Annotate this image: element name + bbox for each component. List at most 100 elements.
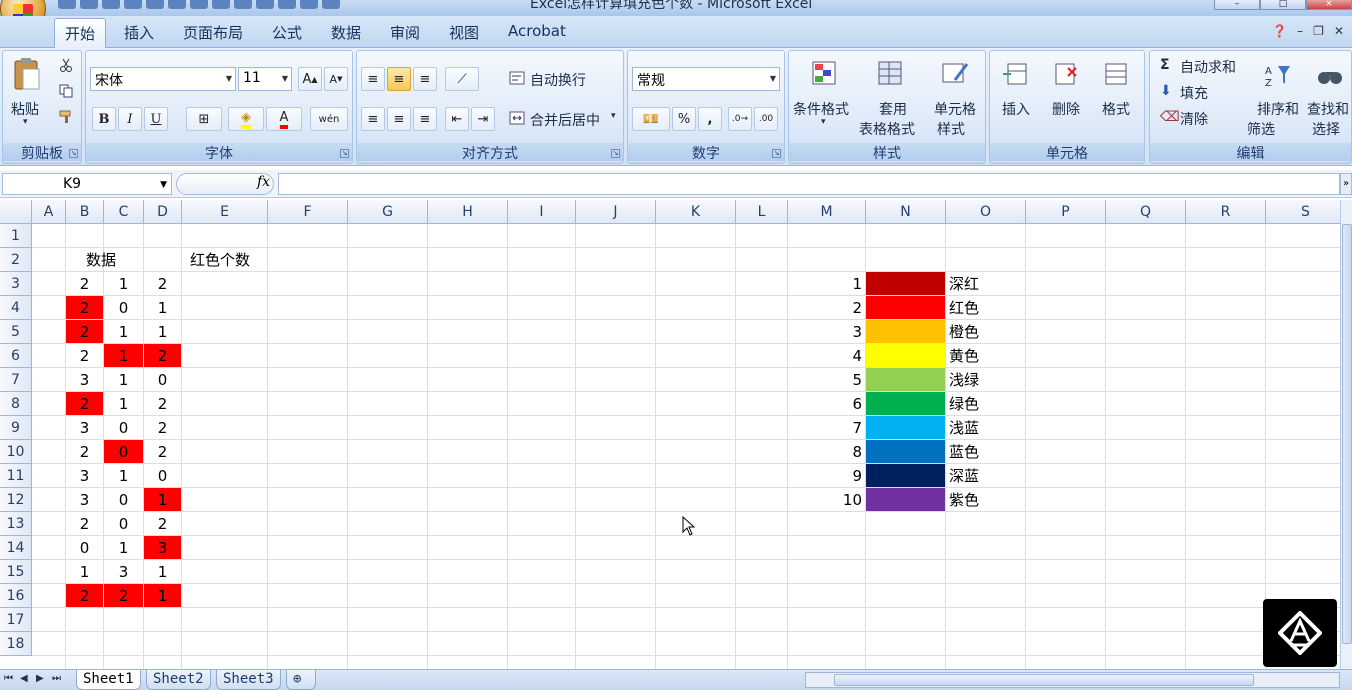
fill-color-icon[interactable]: ◈ [228,107,264,131]
align-middle-icon[interactable]: ≡ [387,67,411,91]
help-icon[interactable]: ❓ [1272,24,1287,38]
qat-dropdown-icon[interactable] [322,0,340,9]
column-header-i[interactable]: I [508,200,576,224]
data-cell[interactable]: 1 [144,296,181,319]
paste-label[interactable]: 粘贴 [11,99,39,119]
format-cells-icon[interactable] [1100,57,1132,91]
number-launcher-icon[interactable]: ↘ [772,149,781,158]
data-cell[interactable]: 1 [104,392,143,415]
palette-color-name[interactable]: 蓝色 [949,440,979,464]
data-cell[interactable]: 0 [104,296,143,319]
data-cell[interactable]: 2 [66,344,103,367]
palette-color-name[interactable]: 橙色 [949,320,979,344]
row-header-1[interactable]: 1 [0,224,32,248]
data-cell[interactable]: 0 [144,368,181,391]
alignment-launcher-icon[interactable]: ↘ [611,149,620,158]
format-painter-icon[interactable] [190,0,208,9]
column-header-f[interactable]: F [268,200,348,224]
tab-view[interactable]: 视图 [449,22,479,43]
row-header-2[interactable]: 2 [0,248,32,272]
palette-color-swatch[interactable] [866,392,945,415]
row-header-13[interactable]: 13 [0,512,32,536]
copy-icon[interactable] [57,83,75,99]
delete-cells-button[interactable]: 删除 [1052,99,1080,119]
palette-color-name[interactable]: 深蓝 [949,464,979,488]
palette-color-name[interactable]: 深红 [949,272,979,296]
column-header-g[interactable]: G [348,200,428,224]
cut-icon[interactable] [57,57,75,73]
red-filled-cell[interactable]: 1 [104,344,143,367]
clear-button[interactable]: 清除 [1180,109,1208,129]
palette-color-swatch[interactable] [866,464,945,487]
column-header-s[interactable]: S [1266,200,1340,224]
currency-icon[interactable]: 💴 [632,107,670,131]
doc-restore-icon[interactable]: ❐ [1313,24,1324,38]
column-header-p[interactable]: P [1026,200,1106,224]
format-table-label1[interactable]: 套用 [879,99,907,119]
data-cell[interactable]: 2 [144,512,181,535]
palette-color-swatch[interactable] [866,344,945,367]
format-cells-button[interactable]: 格式 [1102,99,1130,119]
data-cell[interactable]: 0 [104,512,143,535]
sort-filter-label2[interactable]: 筛选 [1247,119,1275,139]
tab-data[interactable]: 数据 [331,22,361,43]
autosum-button[interactable]: 自动求和 [1180,57,1236,77]
column-header-n[interactable]: N [866,200,946,224]
percent-button[interactable]: % [672,107,696,131]
email-icon[interactable] [300,0,318,9]
underline-button[interactable]: U [144,107,168,131]
row-header-9[interactable]: 9 [0,416,32,440]
data-cell[interactable]: 2 [66,272,103,295]
vertical-scroll-thumb[interactable] [1342,224,1352,644]
red-filled-cell[interactable]: 1 [144,488,181,511]
data-cell[interactable]: 0 [66,536,103,559]
doc-minimize-icon[interactable]: – [1297,24,1303,38]
find-select-icon[interactable] [1314,59,1346,93]
orientation-icon[interactable]: ⟋ [445,67,479,91]
name-box-dropdown-icon[interactable]: ▼ [160,180,167,190]
palette-index[interactable]: 4 [788,344,866,368]
data-cell[interactable]: 1 [104,320,143,343]
tab-insert[interactable]: 插入 [124,22,154,43]
data-cell[interactable]: 0 [104,416,143,439]
column-header-o[interactable]: O [946,200,1026,224]
column-header-d[interactable]: D [144,200,182,224]
red-filled-cell[interactable]: 2 [104,584,143,607]
palette-color-name[interactable]: 浅蓝 [949,416,979,440]
tab-review[interactable]: 审阅 [390,22,420,43]
wrap-text-button[interactable]: 自动换行 [530,70,586,90]
palette-color-swatch[interactable] [866,272,945,295]
save-icon[interactable] [58,0,76,9]
data-cell[interactable]: 0 [144,464,181,487]
decrease-indent-icon[interactable]: ⇤ [445,107,469,131]
horizontal-scroll-thumb[interactable] [834,674,1254,686]
palette-color-name[interactable]: 红色 [949,296,979,320]
data-cell[interactable]: 1 [104,536,143,559]
sort-filter-icon[interactable]: AZ [1262,59,1294,93]
row-header-8[interactable]: 8 [0,392,32,416]
column-header-l[interactable]: L [736,200,788,224]
cell-styles-icon[interactable] [939,57,971,91]
doc-close-icon[interactable]: ✕ [1334,24,1344,38]
data-cell[interactable]: 2 [144,416,181,439]
row-header-12[interactable]: 12 [0,488,32,512]
maximize-button[interactable]: □ [1260,0,1306,10]
row-header-11[interactable]: 11 [0,464,32,488]
row-header-3[interactable]: 3 [0,272,32,296]
align-center-icon[interactable]: ≡ [387,107,411,131]
sort-filter-label1[interactable]: 排序和 [1257,99,1299,119]
column-header-h[interactable]: H [428,200,508,224]
data-cell[interactable]: 1 [104,464,143,487]
font-size-combo[interactable]: 11 ▼ [238,67,292,91]
sheet-tab-3[interactable]: Sheet3 [216,670,281,690]
palette-index[interactable]: 1 [788,272,866,296]
first-sheet-icon[interactable]: ⏮ [4,673,13,684]
row-header-10[interactable]: 10 [0,440,32,464]
palette-color-swatch[interactable] [866,440,945,463]
palette-color-swatch[interactable] [866,368,945,391]
palette-color-swatch[interactable] [866,488,945,511]
data-cell[interactable]: 1 [144,560,181,583]
sheet-tab-2[interactable]: Sheet2 [146,670,211,690]
merge-center-icon[interactable] [507,107,527,129]
data-cell[interactable]: 2 [144,392,181,415]
